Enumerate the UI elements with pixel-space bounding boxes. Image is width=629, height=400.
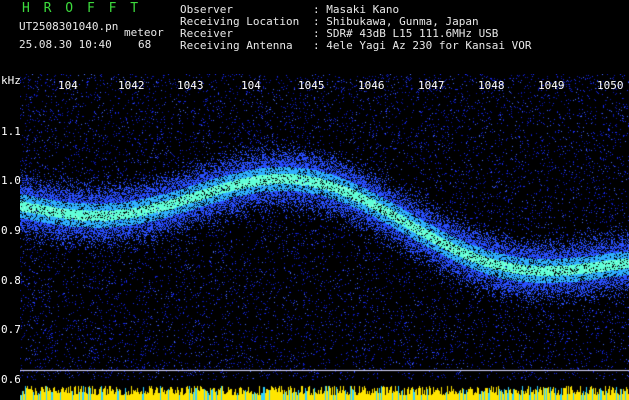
filename-label: UT2508301040.pn <box>19 20 119 33</box>
x-tick-6: 1047 <box>418 79 445 92</box>
y-tick-0.6: 0.6 <box>1 373 21 386</box>
y-axis: kHz 1.1 1.0 0.9 0.8 0.7 0.6 <box>0 74 21 400</box>
x-tick-2: 1043 <box>177 79 204 92</box>
spectrogram-canvas <box>20 74 629 400</box>
x-tick-7: 1048 <box>478 79 505 92</box>
y-tick-1.1: 1.1 <box>1 125 21 138</box>
x-tick-1: 1042 <box>118 79 145 92</box>
header-panel: H R O F F T UT2508301040.pn meteor 25.08… <box>0 0 629 74</box>
antenna-label: Receiving Antenna <box>180 39 293 52</box>
x-tick-3: 104 <box>241 79 261 92</box>
y-tick-1.0: 1.0 <box>1 174 21 187</box>
x-tick-8: 1049 <box>538 79 565 92</box>
count-label: 68 <box>138 38 152 51</box>
x-tick-9: 1050 <box>597 79 624 92</box>
y-tick-0.8: 0.8 <box>1 274 21 287</box>
spectrogram-plot <box>20 74 629 400</box>
app-logo: H R O F F T <box>22 1 142 16</box>
y-tick-0.7: 0.7 <box>1 323 21 336</box>
x-tick-4: 1045 <box>298 79 325 92</box>
y-tick-0.9: 0.9 <box>1 224 21 237</box>
y-axis-unit: kHz <box>1 74 21 87</box>
datetime-label: 25.08.30 10:40 <box>19 38 112 51</box>
x-tick-5: 1046 <box>358 79 385 92</box>
x-tick-0: 104 <box>58 79 78 92</box>
antenna-value: : 4ele Yagi Az 230 for Kansai VOR <box>313 39 532 52</box>
